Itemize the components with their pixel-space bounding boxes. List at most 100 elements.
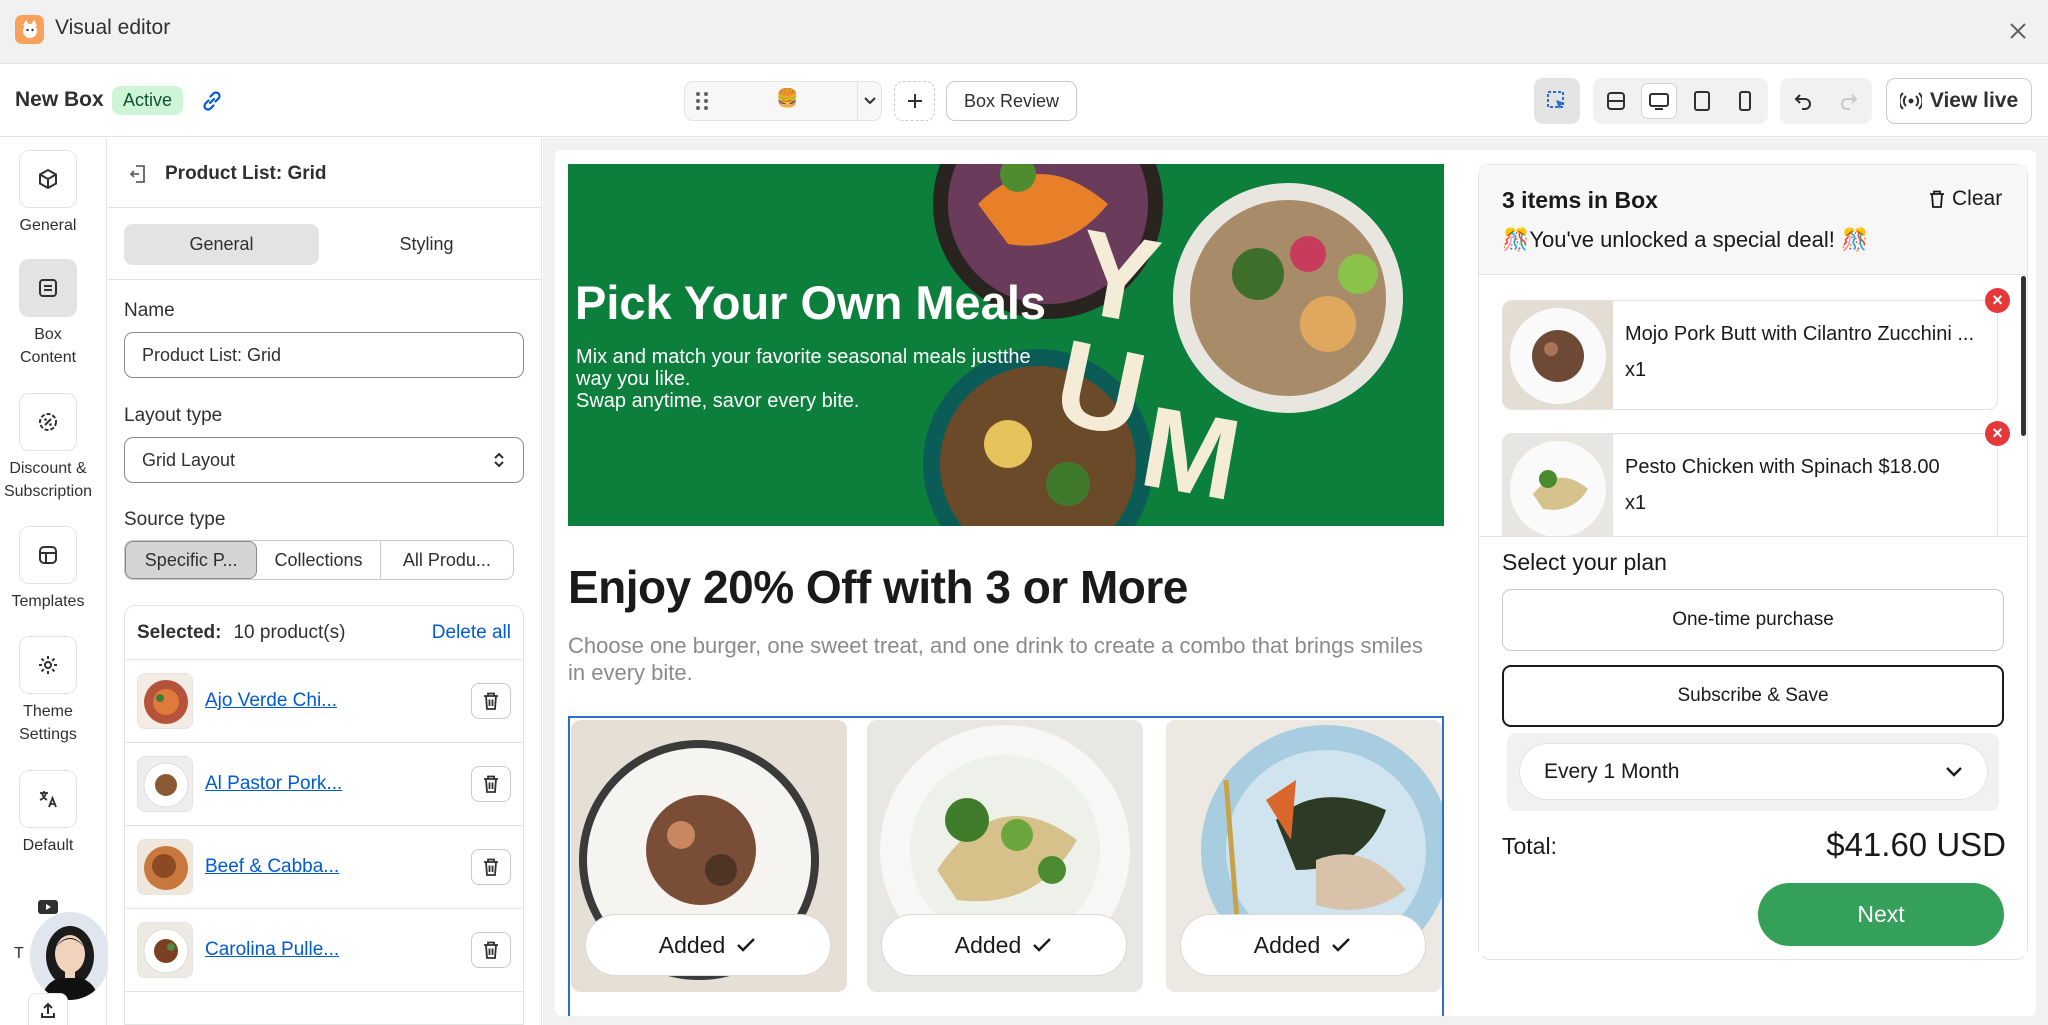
close-icon[interactable] xyxy=(2003,16,2033,46)
checkmark-icon xyxy=(1033,938,1052,952)
layout-type-select[interactable]: Grid Layout xyxy=(124,437,524,483)
product-row: Al Pastor Pork... xyxy=(125,743,523,826)
added-label: Added xyxy=(1253,931,1321,958)
remove-item-icon[interactable]: × xyxy=(1985,288,2010,313)
checkmark-icon xyxy=(1332,938,1351,952)
select-tool-icon[interactable] xyxy=(1534,78,1580,124)
upload-icon[interactable] xyxy=(28,993,68,1025)
gear-icon xyxy=(19,636,77,694)
rail-item-default[interactable]: Default xyxy=(0,770,96,857)
added-button[interactable]: Added xyxy=(585,914,831,976)
box-summary-header xyxy=(1479,165,2027,275)
banner-subtitle-line: Swap anytime, savor every bite. xyxy=(576,390,860,412)
support-avatar[interactable] xyxy=(30,912,110,1000)
box-item-image xyxy=(1503,434,1613,542)
section-subtitle: Choose one burger, one sweet treat, and … xyxy=(568,633,1423,685)
rail-item-discount[interactable]: Discount & Subscription xyxy=(0,393,96,503)
panel-tabs: General Styling xyxy=(124,224,524,265)
tab-general[interactable]: General xyxy=(124,224,319,265)
desktop-icon[interactable] xyxy=(1641,83,1677,119)
subscribe-save-option[interactable]: Subscribe & Save xyxy=(1502,665,2004,727)
box-item-qty: x1 xyxy=(1625,359,1647,381)
chevron-down-icon xyxy=(1946,766,1962,777)
frequency-select[interactable]: Every 1 Month xyxy=(1519,743,1988,800)
source-all-products[interactable]: All Produ... xyxy=(381,541,513,579)
delete-all-link[interactable]: Delete all xyxy=(432,622,511,644)
rail-item-general[interactable]: General xyxy=(0,150,96,237)
rail-label: Theme Settings xyxy=(19,703,77,743)
box-item: Mojo Pork Butt with Cilantro Zucchini ..… xyxy=(1502,300,1998,410)
exit-section-icon[interactable] xyxy=(127,163,149,185)
source-specific-products[interactable]: Specific P... xyxy=(125,541,258,579)
product-thumbnail xyxy=(137,922,193,978)
selected-header: Selected: 10 product(s) Delete all xyxy=(125,606,523,660)
one-time-purchase-option[interactable]: One-time purchase xyxy=(1502,589,2004,651)
view-live-button[interactable]: View live xyxy=(1886,78,2032,124)
banner-subtitle: Mix and match your favorite seasonal mea… xyxy=(576,346,1076,412)
product-link[interactable]: Ajo Verde Chi... xyxy=(205,690,471,712)
added-button[interactable]: Added xyxy=(1180,914,1426,976)
drag-handle-icon[interactable] xyxy=(692,90,712,112)
select-arrows-icon xyxy=(494,452,504,468)
box-scrollbar[interactable] xyxy=(2021,276,2026,436)
app-title: Visual editor xyxy=(55,16,171,39)
divider xyxy=(108,279,541,280)
product-card[interactable]: Added xyxy=(867,720,1143,992)
rail-item-box-content[interactable]: Box Content xyxy=(0,259,96,369)
selected-products-list: Selected: 10 product(s) Delete all Ajo V… xyxy=(124,605,524,1025)
undo-icon[interactable] xyxy=(1785,83,1821,119)
add-page-button[interactable] xyxy=(894,81,935,121)
rail-item-theme-settings[interactable]: Theme Settings xyxy=(0,636,96,746)
rail-label: Box Content xyxy=(20,326,77,366)
trash-icon[interactable] xyxy=(471,932,511,968)
source-type-label: Source type xyxy=(124,509,226,530)
product-link[interactable]: Carolina Pulle... xyxy=(205,939,471,961)
tab-styling[interactable]: Styling xyxy=(329,224,524,265)
clear-box-button[interactable]: Clear xyxy=(1928,187,2002,211)
mobile-icon[interactable] xyxy=(1727,83,1763,119)
selected-label: Selected: xyxy=(137,621,222,643)
added-button[interactable]: Added xyxy=(881,914,1127,976)
name-label: Name xyxy=(124,300,175,321)
product-thumbnail xyxy=(137,673,193,729)
product-link[interactable]: Al Pastor Pork... xyxy=(205,773,471,795)
source-collections[interactable]: Collections xyxy=(257,541,381,579)
page-emoji: 🍔 xyxy=(776,88,799,108)
checkmark-icon xyxy=(737,938,756,952)
product-card[interactable]: Added xyxy=(1166,720,1442,992)
app-logo-icon xyxy=(15,15,44,44)
link-icon[interactable] xyxy=(199,88,225,114)
trash-icon[interactable] xyxy=(471,683,511,719)
broadcast-icon xyxy=(1899,92,1922,110)
chevron-down-icon[interactable] xyxy=(857,81,882,121)
box-item-qty: x1 xyxy=(1625,492,1647,514)
layout-type-value: Grid Layout xyxy=(142,449,236,470)
redo-icon[interactable] xyxy=(1831,83,1867,119)
total-value: $41.60 USD xyxy=(1826,826,2006,863)
product-card[interactable]: Added xyxy=(571,720,847,992)
next-button[interactable]: Next xyxy=(1758,883,2004,946)
remove-item-icon[interactable]: × xyxy=(1985,421,2010,446)
section-title: Enjoy 20% Off with 3 or More xyxy=(568,561,1188,613)
panel-title: Product List: Grid xyxy=(165,163,327,184)
rail-item-templates[interactable]: Templates xyxy=(0,526,96,613)
trash-icon xyxy=(1930,190,1944,208)
banner-subtitle-line: Mix and match your favorite seasonal mea… xyxy=(576,346,1031,368)
box-review-button[interactable]: Box Review xyxy=(946,81,1077,121)
trash-icon[interactable] xyxy=(471,766,511,802)
product-link[interactable]: Beef & Cabba... xyxy=(205,856,471,878)
device-toggle-group xyxy=(1593,78,1768,124)
added-label: Added xyxy=(658,931,726,958)
list-icon xyxy=(19,259,77,317)
trash-icon[interactable] xyxy=(471,849,511,885)
translate-icon xyxy=(19,770,77,828)
banner-title: Pick Your Own Meals xyxy=(575,276,1047,329)
fullwidth-icon[interactable] xyxy=(1598,83,1634,119)
product-row: Carolina Pulle... xyxy=(125,909,523,992)
rail-label: Default xyxy=(22,837,74,854)
name-field[interactable]: Product List: Grid xyxy=(124,332,524,378)
tablet-icon[interactable] xyxy=(1684,83,1720,119)
plan-label: Select your plan xyxy=(1502,549,1667,575)
product-row: Beef & Cabba... xyxy=(125,826,523,909)
product-row: Ajo Verde Chi... xyxy=(125,660,523,743)
